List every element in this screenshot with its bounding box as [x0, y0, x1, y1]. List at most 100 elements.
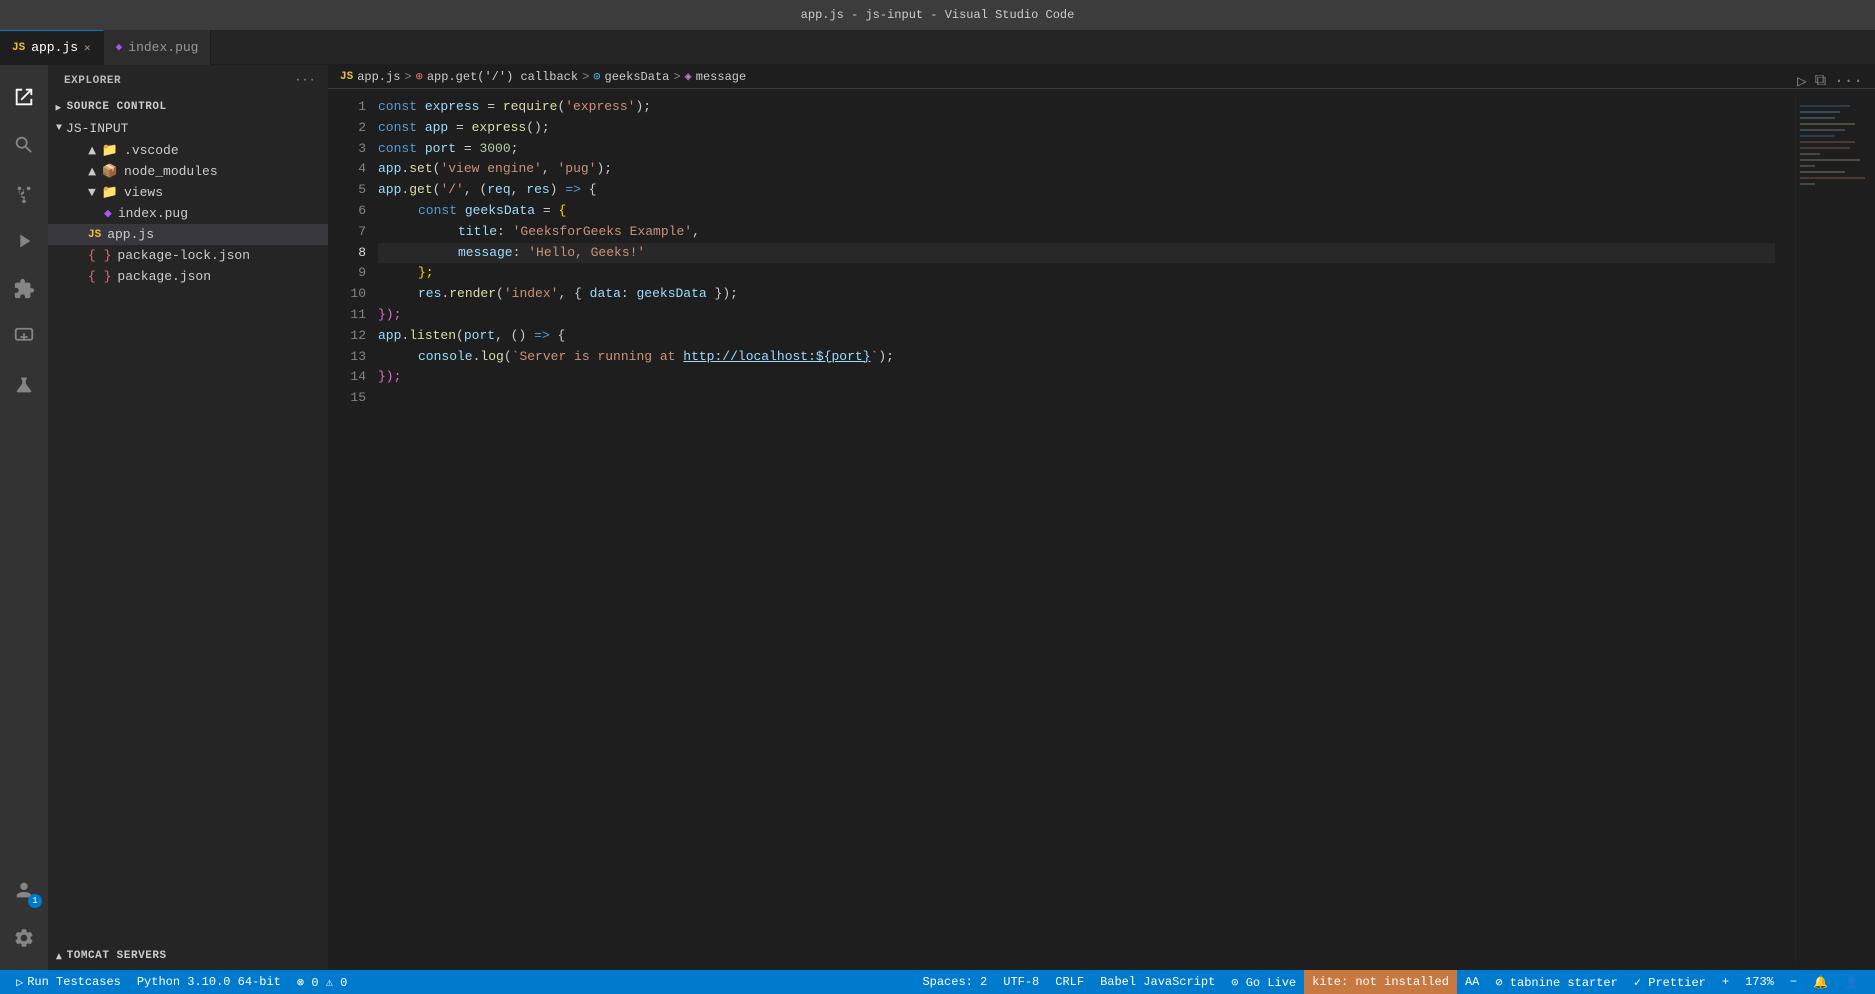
- code-editor[interactable]: 1 2 3 4 5 6 7 8 9 10 11 12 13 14 15: [328, 89, 1875, 970]
- code-line-14: });: [378, 367, 1775, 388]
- status-kite[interactable]: kite: not installed: [1304, 970, 1457, 994]
- code-line-1: const express = require('express');: [378, 97, 1775, 118]
- breadcrumb-message: message: [696, 70, 746, 84]
- status-bell[interactable]: 🔔: [1805, 970, 1836, 994]
- status-prettier[interactable]: ✓ Prettier: [1626, 970, 1714, 994]
- run-icon[interactable]: ▷: [1797, 71, 1807, 91]
- prettier-label: ✓ Prettier: [1634, 975, 1706, 990]
- editor-area: 1 2 3 4 5 6 7 8 9 10 11 12 13 14 15: [328, 89, 1875, 970]
- source-control-section[interactable]: ▼ SOURCE CONTROL: [48, 97, 328, 117]
- code-line-10: res.render('index', { data: geeksData })…: [378, 284, 1775, 305]
- code-line-2: const app = express();: [378, 118, 1775, 139]
- tab-close-app-js[interactable]: ✕: [84, 41, 91, 55]
- activity-settings[interactable]: [0, 914, 48, 962]
- line-num-5: 5: [340, 180, 366, 201]
- source-control-label: SOURCE CONTROL: [67, 101, 167, 113]
- code-line-9: };: [378, 263, 1775, 284]
- breadcrumb-obj-icon: ⊙: [593, 69, 600, 84]
- activity-explorer[interactable]: [0, 73, 48, 121]
- package-json-icon: { }: [88, 269, 111, 284]
- activity-accounts[interactable]: 1: [0, 866, 48, 914]
- tab-app-js[interactable]: JS app.js ✕: [0, 30, 104, 65]
- status-language[interactable]: Babel JavaScript: [1092, 970, 1223, 994]
- encoding-label: UTF-8: [1003, 975, 1039, 989]
- views-label: views: [124, 185, 163, 200]
- activity-testing[interactable]: [0, 361, 48, 409]
- editor-toolbar: ▷ ⧉ ···: [1785, 65, 1875, 97]
- code-line-12: app.listen(port, () => {: [378, 326, 1775, 347]
- status-run-testcases[interactable]: ▷ Run Testcases: [8, 970, 129, 994]
- tomcat-chevron: ▶: [53, 953, 65, 960]
- package-lock-icon: { }: [88, 248, 111, 263]
- tab-index-pug[interactable]: ◆ index.pug: [104, 30, 212, 65]
- code-line-13: console.log(`Server is running at http:/…: [378, 347, 1775, 368]
- status-zoom-level[interactable]: 173%: [1737, 970, 1782, 994]
- line-num-13: 13: [340, 347, 366, 368]
- title-bar: app.js - js-input - Visual Studio Code: [0, 0, 1875, 30]
- account-icon: 👤: [1844, 975, 1859, 990]
- errors-label: ⊗ 0 ⚠ 0: [297, 975, 347, 990]
- activity-search[interactable]: [0, 121, 48, 169]
- line-num-9: 9: [340, 263, 366, 284]
- status-aa[interactable]: AA: [1457, 970, 1487, 994]
- source-control-chevron: ▼: [54, 104, 65, 111]
- line-num-2: 2: [340, 118, 366, 139]
- tree-item-app-js[interactable]: JS app.js: [48, 224, 328, 245]
- activity-remote[interactable]: [0, 313, 48, 361]
- breadcrumb: JS app.js > ⊕ app.get('/') callback > ⊙ …: [328, 65, 1875, 89]
- split-editor-icon[interactable]: ⧉: [1815, 72, 1826, 90]
- status-zoom-minus[interactable]: −: [1782, 970, 1805, 994]
- tree-item-package-json[interactable]: { } package.json: [48, 266, 328, 287]
- activity-bar: 1: [0, 65, 48, 970]
- line-num-1: 1: [340, 97, 366, 118]
- js-input-section[interactable]: ▼ JS-INPUT: [48, 117, 328, 140]
- breadcrumb-file: app.js: [357, 70, 400, 84]
- aa-label: AA: [1465, 975, 1479, 989]
- status-spaces[interactable]: Spaces: 2: [914, 970, 995, 994]
- sidebar-header: EXPLORER ···: [48, 65, 328, 97]
- breadcrumb-lambda-icon: ⊕: [416, 69, 423, 84]
- status-eol[interactable]: CRLF: [1047, 970, 1092, 994]
- breadcrumb-sep2: >: [582, 70, 589, 84]
- tree-item-package-lock[interactable]: { } package-lock.json: [48, 245, 328, 266]
- tree-item-vscode[interactable]: ▶ 📁 .vscode: [48, 140, 328, 161]
- code-line-8: message: 'Hello, Geeks!': [378, 243, 1775, 264]
- package-lock-label: package-lock.json: [117, 248, 250, 263]
- line-num-8: 8: [340, 243, 366, 264]
- status-account[interactable]: 👤: [1836, 970, 1867, 994]
- tree-item-node-modules[interactable]: ▶ 📦 node_modules: [48, 161, 328, 182]
- run-testcases-icon: ▷: [16, 975, 23, 990]
- tomcat-section[interactable]: ▶ TOMCAT SERVERS: [48, 942, 328, 970]
- more-actions-icon[interactable]: ···: [1834, 72, 1863, 90]
- code-line-7: title: 'GeeksforGeeks Example',: [378, 222, 1775, 243]
- line-num-4: 4: [340, 159, 366, 180]
- breadcrumb-callback: app.get('/') callback: [427, 70, 578, 84]
- status-bar: ▷ Run Testcases Python 3.10.0 64-bit ⊗ 0…: [0, 970, 1875, 994]
- editor-area-wrapper: JS app.js > ⊕ app.get('/') callback > ⊙ …: [328, 65, 1875, 970]
- tree-item-index-pug[interactable]: ◆ index.pug: [48, 203, 328, 224]
- status-zoom-plus[interactable]: +: [1714, 970, 1737, 994]
- vscode-chevron: ▶: [84, 147, 99, 155]
- app-js-label: app.js: [107, 227, 154, 242]
- activity-source-control[interactable]: [0, 169, 48, 217]
- line-num-14: 14: [340, 367, 366, 388]
- status-tabnine[interactable]: ⊘ tabnine starter: [1487, 970, 1625, 994]
- js-file-icon: JS: [12, 42, 25, 54]
- activity-extensions[interactable]: [0, 265, 48, 313]
- python-label: Python 3.10.0 64-bit: [137, 975, 281, 989]
- status-python[interactable]: Python 3.10.0 64-bit: [129, 970, 289, 994]
- tab-label-app-js: app.js: [31, 40, 78, 55]
- status-golive[interactable]: ⊙ Go Live: [1223, 970, 1304, 994]
- status-encoding[interactable]: UTF-8: [995, 970, 1047, 994]
- language-label: Babel JavaScript: [1100, 975, 1215, 989]
- code-line-11: });: [378, 305, 1775, 326]
- run-testcases-label: Run Testcases: [27, 975, 121, 989]
- app-js-icon: JS: [88, 229, 101, 241]
- tree-item-views[interactable]: ▼ 📁 views: [48, 182, 328, 203]
- status-errors[interactable]: ⊗ 0 ⚠ 0: [289, 970, 355, 994]
- views-folder-icon: 📁: [102, 185, 118, 200]
- activity-run[interactable]: [0, 217, 48, 265]
- breadcrumb-sep1: >: [404, 70, 411, 84]
- spaces-label: Spaces: 2: [922, 975, 987, 989]
- sidebar-more-icon[interactable]: ···: [295, 75, 316, 87]
